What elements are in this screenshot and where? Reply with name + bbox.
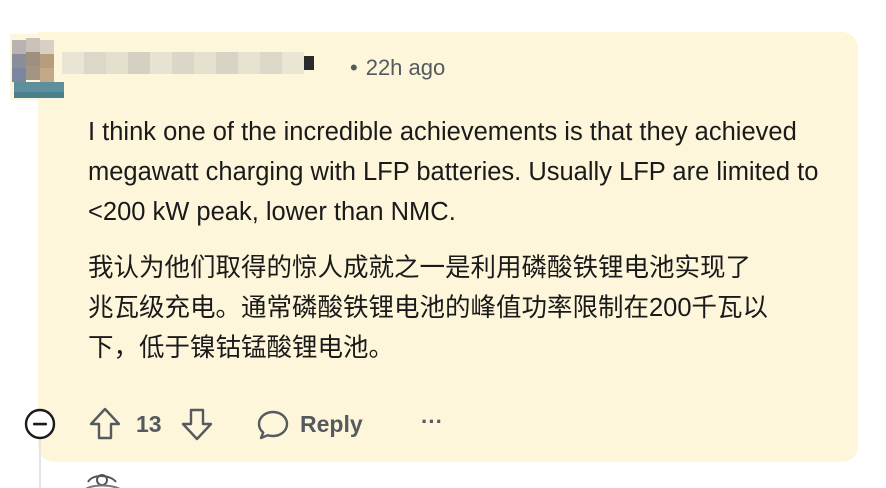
vote-count: 13 — [136, 411, 162, 437]
comment-timestamp[interactable]: 22h ago — [366, 55, 446, 80]
avatar-pixelated-image — [10, 34, 68, 100]
collapse-thread-button[interactable] — [24, 408, 56, 440]
arrow-down-icon — [181, 408, 213, 441]
separator-dot: • — [350, 55, 358, 80]
comment-thread: • 22h ago I think one of the incredible a… — [0, 0, 886, 488]
downvote-button[interactable] — [180, 406, 214, 442]
user-avatar[interactable] — [10, 34, 68, 100]
comment-meta: • 22h ago — [350, 54, 445, 82]
comment-text-chinese-line-1: 我认为他们取得的惊人成就之一是利用磷酸铁锂电池实现了 — [88, 254, 752, 282]
username-pixelated-image — [62, 52, 314, 74]
more-options-button[interactable]: ··· — [414, 408, 450, 440]
comment-action-bar: 13 Reply ··· — [0, 400, 886, 448]
reply-button[interactable] — [256, 408, 290, 442]
arrow-up-icon — [89, 407, 121, 440]
comment-text-chinese-line-3: 下，低于镍钴锰酸锂电池。 — [88, 334, 395, 362]
next-comment-avatar[interactable] — [80, 470, 126, 488]
comment-text-chinese-line-2: 兆瓦级充电。通常磷酸铁锂电池的峰值功率限制在200千瓦以 — [88, 294, 769, 322]
thread-line — [39, 440, 41, 488]
username-redacted[interactable] — [62, 44, 326, 88]
minus-circle-icon — [24, 408, 56, 440]
avatar-figure-icon — [85, 474, 121, 488]
comment-body: I think one of the incredible achievemen… — [88, 112, 848, 368]
ellipsis-icon: ··· — [421, 409, 443, 434]
comment-text-chinese: 我认为他们取得的惊人成就之一是利用磷酸铁锂电池实现了 兆瓦级充电。通常磷酸铁锂电… — [88, 248, 848, 368]
speech-bubble-icon — [257, 410, 289, 440]
upvote-button[interactable] — [88, 406, 122, 442]
comment-text-english: I think one of the incredible achievemen… — [88, 118, 819, 226]
reply-label[interactable]: Reply — [300, 409, 363, 439]
